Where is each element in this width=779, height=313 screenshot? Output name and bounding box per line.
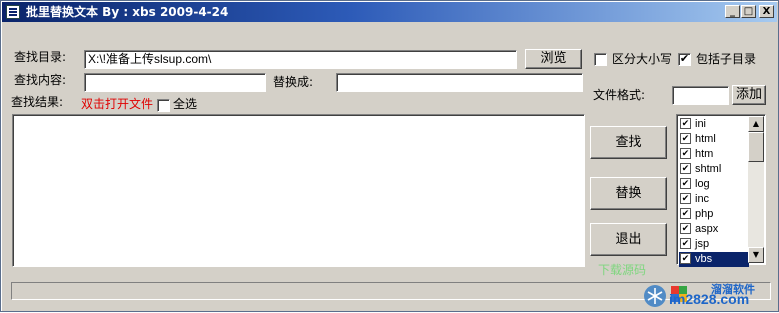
file-format-label: 文件格式:: [593, 88, 646, 102]
include-subdirs-checkbox[interactable]: ✔: [678, 53, 691, 66]
file-type-item[interactable]: ✔ ini: [679, 117, 749, 132]
file-type-item[interactable]: ✔ aspx: [679, 222, 749, 237]
file-type-checkbox[interactable]: ✔: [680, 163, 691, 174]
scroll-down-arrow-icon[interactable]: ▼: [748, 247, 764, 263]
file-type-item[interactable]: ✔ html: [679, 132, 749, 147]
file-type-items: ✔ ini ✔ html ✔ htm ✔ shtml ✔ log ✔ inc ✔ php ✔ aspx ✔ jsp…: [679, 117, 749, 267]
file-type-item[interactable]: ✔ inc: [679, 192, 749, 207]
case-sensitive-checkbox[interactable]: [594, 53, 607, 66]
file-type-label: html: [695, 133, 716, 145]
file-type-label: vbs: [695, 253, 713, 265]
app-icon: [6, 5, 20, 19]
file-type-item[interactable]: ✔ vbs: [679, 252, 749, 267]
minimize-button[interactable]: _: [725, 5, 740, 18]
file-type-label: jsp: [695, 238, 710, 250]
close-button[interactable]: X: [759, 5, 774, 18]
replace-label: 替换成:: [273, 75, 314, 89]
add-format-button[interactable]: 添加: [732, 85, 766, 105]
exit-button[interactable]: 退出: [590, 223, 667, 256]
file-type-label: inc: [695, 193, 710, 205]
file-type-label: shtml: [695, 163, 722, 175]
file-type-label: php: [695, 208, 714, 220]
title-bar[interactable]: 批里替换文本 By : xbs 2009-4-24 _ □ X: [2, 2, 777, 22]
results-list[interactable]: [12, 114, 585, 267]
main-window: 批里替换文本 By : xbs 2009-4-24 _ □ X 查找目录: X:…: [0, 0, 779, 312]
include-subdirs-label: 包括子目录: [696, 52, 757, 66]
case-sensitive-label: 区分大小写: [612, 52, 673, 66]
maximize-button[interactable]: □: [741, 5, 756, 18]
search-button[interactable]: 查找: [590, 126, 667, 159]
file-format-input[interactable]: [672, 86, 729, 105]
file-type-item[interactable]: ✔ log: [679, 177, 749, 192]
file-type-item[interactable]: ✔ jsp: [679, 237, 749, 252]
replace-button[interactable]: 替换: [590, 177, 667, 210]
select-all-label: 全选: [173, 97, 198, 111]
file-type-label: log: [695, 178, 710, 190]
file-type-label: ini: [695, 118, 707, 130]
watermark-logo: 溜溜软件 im2828.com: [641, 282, 777, 310]
scroll-thumb[interactable]: [748, 132, 764, 162]
watermark-brand-url: im2828.com: [669, 291, 750, 307]
results-label: 查找结果:: [11, 95, 64, 109]
file-type-checkbox[interactable]: ✔: [680, 148, 691, 159]
replace-input[interactable]: [336, 73, 583, 92]
find-label: 查找内容:: [14, 73, 67, 87]
file-type-list[interactable]: ✔ ini ✔ html ✔ htm ✔ shtml ✔ log ✔ inc ✔ php ✔ aspx ✔ jsp…: [676, 114, 766, 267]
file-type-checkbox[interactable]: ✔: [680, 178, 691, 189]
file-type-checkbox[interactable]: ✔: [680, 193, 691, 204]
file-type-checkbox[interactable]: ✔: [680, 208, 691, 219]
include-subdirs-check-mark: ✔: [679, 52, 690, 65]
scroll-up-arrow-icon[interactable]: ▲: [748, 116, 764, 132]
search-dir-input[interactable]: X:\!准备上传slsup.com\: [84, 50, 517, 69]
file-type-checkbox[interactable]: ✔: [680, 118, 691, 129]
file-type-checkbox[interactable]: ✔: [680, 238, 691, 249]
window-title: 批里替换文本 By : xbs 2009-4-24: [26, 5, 229, 19]
file-type-label: aspx: [695, 223, 719, 235]
search-dir-label: 查找目录:: [14, 50, 67, 64]
file-type-item[interactable]: ✔ php: [679, 207, 749, 222]
download-source-link[interactable]: 下载源码: [598, 262, 646, 278]
file-type-item[interactable]: ✔ shtml: [679, 162, 749, 177]
file-type-checkbox[interactable]: ✔: [680, 253, 691, 264]
file-type-label: htm: [695, 148, 714, 160]
file-type-item[interactable]: ✔ htm: [679, 147, 749, 162]
file-type-scrollbar[interactable]: ▲ ▼: [748, 116, 764, 263]
select-all-checkbox[interactable]: [157, 99, 170, 112]
file-type-checkbox[interactable]: ✔: [680, 223, 691, 234]
browse-button[interactable]: 浏览: [525, 49, 582, 69]
double-click-hint: 双击打开文件: [81, 97, 154, 111]
file-type-checkbox[interactable]: ✔: [680, 133, 691, 144]
find-input[interactable]: [84, 73, 266, 92]
